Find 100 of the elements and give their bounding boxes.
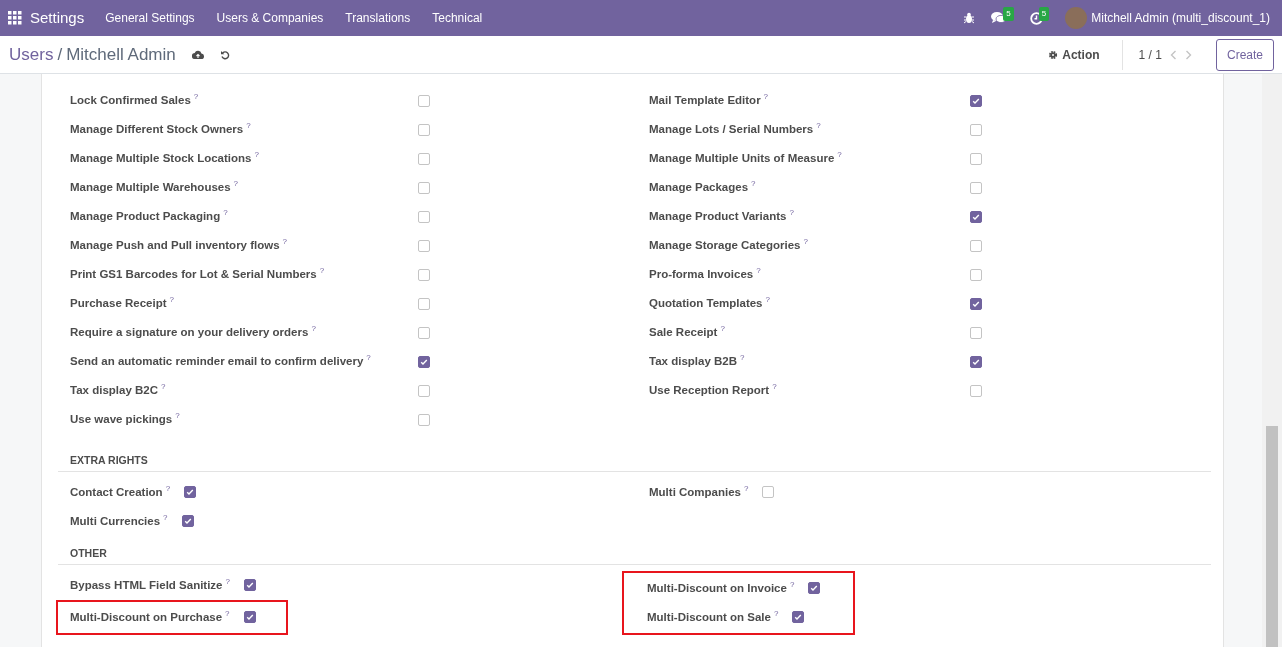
help-tooltip-mark[interactable]: ? [163,513,168,523]
field-label: Use wave pickings [70,413,173,426]
help-tooltip-mark[interactable]: ? [765,295,770,305]
checkbox[interactable] [970,384,982,397]
help-tooltip-mark[interactable]: ? [246,121,251,131]
help-tooltip-mark[interactable]: ? [837,150,842,160]
field-label: Multi Currencies [70,515,161,528]
checkbox[interactable] [970,297,982,310]
action-menu[interactable]: Action [1042,44,1106,65]
checkbox[interactable] [970,326,982,339]
field-label: Mail Template Editor [649,94,761,107]
help-tooltip-mark[interactable]: ? [319,266,325,276]
help-tooltip-mark[interactable]: ? [165,484,171,494]
checkbox[interactable] [970,210,982,223]
scrollbar[interactable] [1262,74,1282,647]
help-tooltip-mark[interactable]: ? [233,179,239,189]
help-tooltip-mark[interactable]: ? [803,237,808,247]
help-tooltip-mark[interactable]: ? [773,608,779,618]
field-label: Multi-Discount on Sale [647,610,771,623]
menu-item[interactable]: General Settings [94,9,206,27]
checkbox[interactable] [762,486,775,499]
field-label: Manage Product Packaging [70,210,221,223]
help-tooltip-mark[interactable]: ? [161,382,166,392]
count-badge: 5 [1003,7,1014,21]
help-tooltip-mark[interactable]: ? [744,484,749,494]
checkbox[interactable] [970,123,982,136]
field-label: Tax display B2B [649,355,737,368]
help-tooltip-mark[interactable]: ? [225,576,230,586]
checkbox[interactable] [418,326,430,339]
count-badge: 5 [1038,7,1050,21]
field-label: Manage Product Variants [649,210,787,223]
bug-icon[interactable] [963,12,976,24]
checkbox[interactable] [970,94,982,107]
checkbox[interactable] [418,152,430,165]
checkbox[interactable] [418,355,430,368]
field-label: Manage Storage Categories [649,239,801,252]
menu-item[interactable]: Users & Companies [205,9,335,27]
section-heading: EXTRA RIGHTS [58,443,1211,472]
scrollbar-thumb[interactable] [1266,426,1278,647]
help-tooltip-mark[interactable]: ? [193,92,199,102]
checkbox[interactable] [418,123,430,136]
cloud-upload-icon[interactable] [191,49,204,60]
help-tooltip-mark[interactable]: ? [740,353,745,363]
checkbox[interactable] [418,181,430,194]
checkbox[interactable] [418,413,430,426]
field-label: Lock Confirmed Sales [70,94,191,107]
help-tooltip-mark[interactable]: ? [282,237,288,247]
chevron-right-icon[interactable] [1184,49,1192,60]
field-label: Manage Push and Pull inventory flows [70,239,280,252]
help-tooltip-mark[interactable]: ? [720,324,725,334]
pager-value: 1 / 1 [1138,46,1162,64]
help-tooltip-mark[interactable]: ? [816,121,821,131]
checkbox[interactable] [970,239,982,252]
breadcrumb-separator: / [57,43,63,66]
clock-icon[interactable] [1029,11,1043,25]
checkbox[interactable] [418,94,430,107]
checkbox[interactable] [970,268,982,281]
field-label: Manage Different Stock Owners [70,123,244,136]
user-avatar[interactable] [1065,7,1088,29]
field-label: Manage Packages [649,181,749,194]
apps-menu-icon[interactable] [8,11,22,25]
field-label: Multi-Discount on Purchase [70,610,223,623]
help-tooltip-mark[interactable]: ? [169,295,174,305]
menu-item[interactable]: Technical [421,9,494,27]
checkbox[interactable] [418,297,430,310]
checkbox[interactable] [808,582,821,594]
checkbox[interactable] [418,239,430,252]
help-tooltip-mark[interactable]: ? [751,179,756,189]
checkbox[interactable] [418,384,430,397]
help-tooltip-mark[interactable]: ? [756,266,761,276]
checkbox[interactable] [970,152,982,165]
help-tooltip-mark[interactable]: ? [175,411,180,421]
help-tooltip-mark[interactable]: ? [311,324,316,334]
checkbox[interactable] [418,210,430,223]
checkbox[interactable] [970,181,982,194]
chevron-left-icon[interactable] [1169,49,1177,60]
help-tooltip-mark[interactable]: ? [789,208,794,218]
menu-item[interactable]: Translations [334,9,422,27]
help-tooltip-mark[interactable]: ? [366,353,371,363]
checkbox[interactable] [418,268,430,281]
checkbox[interactable] [243,611,256,623]
app-title[interactable]: Settings [30,6,85,30]
user-name[interactable]: Mitchell Admin (multi_discount_1) [1091,9,1270,27]
checkbox[interactable] [181,515,194,528]
create-button[interactable]: Create [1215,38,1274,71]
checkbox[interactable] [970,355,982,368]
record-title: Mitchell Admin [66,43,176,66]
help-tooltip-mark[interactable]: ? [225,608,230,618]
help-tooltip-mark[interactable]: ? [789,579,795,589]
undo-icon[interactable] [219,49,230,60]
checkbox[interactable] [243,579,256,591]
field-label: Manage Multiple Stock Locations [70,152,252,165]
checkbox[interactable] [792,611,805,623]
help-tooltip-mark[interactable]: ? [772,382,777,392]
help-tooltip-mark[interactable]: ? [254,150,259,160]
breadcrumb-link[interactable]: Users [9,41,54,68]
help-tooltip-mark[interactable]: ? [223,208,228,218]
help-tooltip-mark[interactable]: ? [763,92,769,102]
field-label: Quotation Templates [649,297,763,310]
checkbox[interactable] [184,486,197,499]
